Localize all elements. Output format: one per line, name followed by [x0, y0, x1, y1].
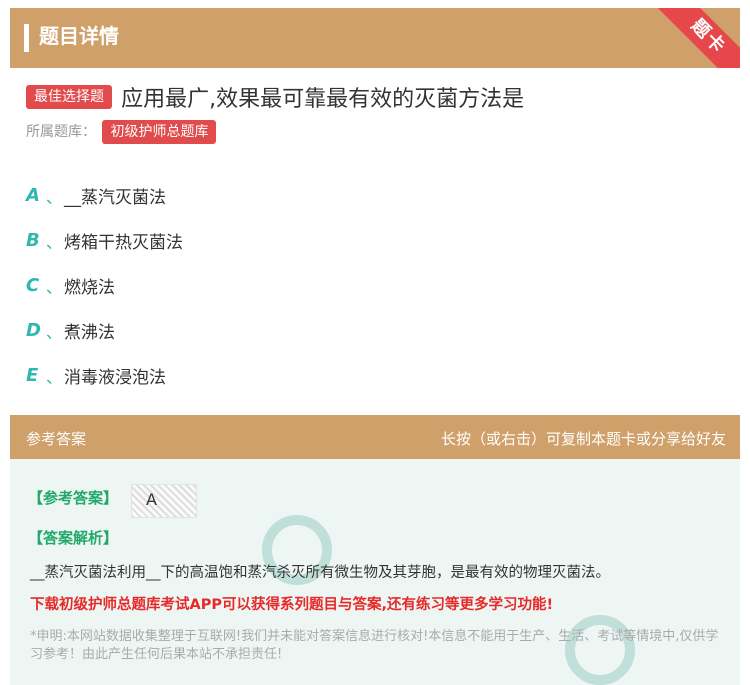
bank-label: 所属题库：	[26, 124, 96, 140]
answer-value: A	[146, 490, 157, 509]
answer-header-title: 参考答案	[26, 430, 87, 448]
question-block: 最佳选择题 应用最广,效果最可靠最有效的灭菌方法是	[26, 81, 726, 113]
question-type-badge: 最佳选择题	[26, 85, 112, 109]
option-b[interactable]: B 、 烤箱干热灭菌法	[26, 218, 183, 263]
option-letter: D	[26, 320, 41, 341]
card-ribbon: 题卡	[654, 8, 740, 68]
option-separator: 、	[46, 367, 63, 387]
option-text: __蒸汽灭菌法	[64, 188, 166, 208]
app-promo-link[interactable]: 下载初级护师总题库考试APP可以获得系列题目与答案,还有练习等更多学习功能!	[30, 593, 730, 614]
disclaimer-text: *申明:本网站数据收集整理于互联网!我们并未能对答案信息进行核对!本信息不能用于…	[30, 629, 719, 662]
option-text: 消毒液浸泡法	[64, 368, 166, 388]
option-separator: 、	[46, 232, 63, 252]
answer-image: A	[131, 484, 197, 518]
options-list: A 、 __蒸汽灭菌法 B 、 烤箱干热灭菌法 C 、 燃烧法 D 、 煮沸法 …	[26, 173, 183, 398]
analysis-text: __蒸汽灭菌法利用__下的高温饱和蒸汽杀灭所有微生物及其芽胞，是最有效的物理灭菌…	[30, 565, 610, 581]
header-title: 题目详情	[39, 24, 119, 48]
bank-row: 所属题库： 初级护师总题库	[26, 120, 217, 144]
option-letter: C	[26, 275, 40, 296]
option-separator: 、	[46, 322, 63, 342]
share-hint[interactable]: 长按（或右击）可复制本题卡或分享给好友	[441, 428, 726, 449]
option-letter: B	[26, 230, 40, 251]
answer-header: 参考答案 长按（或右击）可复制本题卡或分享给好友	[10, 415, 740, 459]
option-c[interactable]: C 、 燃烧法	[26, 263, 183, 308]
reference-answer-label: 【参考答案】	[28, 489, 119, 507]
option-separator: 、	[46, 277, 63, 297]
header-accent-bar	[24, 24, 29, 52]
option-a[interactable]: A 、 __蒸汽灭菌法	[26, 173, 183, 218]
option-letter: E	[26, 365, 39, 386]
question-title: 应用最广,效果最可靠最有效的灭菌方法是	[121, 87, 525, 112]
detail-header: 题目详情 题卡	[10, 8, 740, 68]
option-letter: A	[26, 185, 40, 206]
option-text: 煮沸法	[64, 323, 115, 343]
option-e[interactable]: E 、 消毒液浸泡法	[26, 353, 183, 398]
option-text: 燃烧法	[64, 278, 115, 298]
option-separator: 、	[46, 187, 63, 207]
option-d[interactable]: D 、 煮沸法	[26, 308, 183, 353]
bank-name-badge[interactable]: 初级护师总题库	[102, 120, 217, 144]
analysis-label: 【答案解析】	[28, 529, 119, 547]
option-text: 烤箱干热灭菌法	[64, 233, 183, 253]
answer-section: 参考答案 长按（或右击）可复制本题卡或分享给好友 【参考答案】 A 【答案解析】…	[10, 415, 740, 685]
